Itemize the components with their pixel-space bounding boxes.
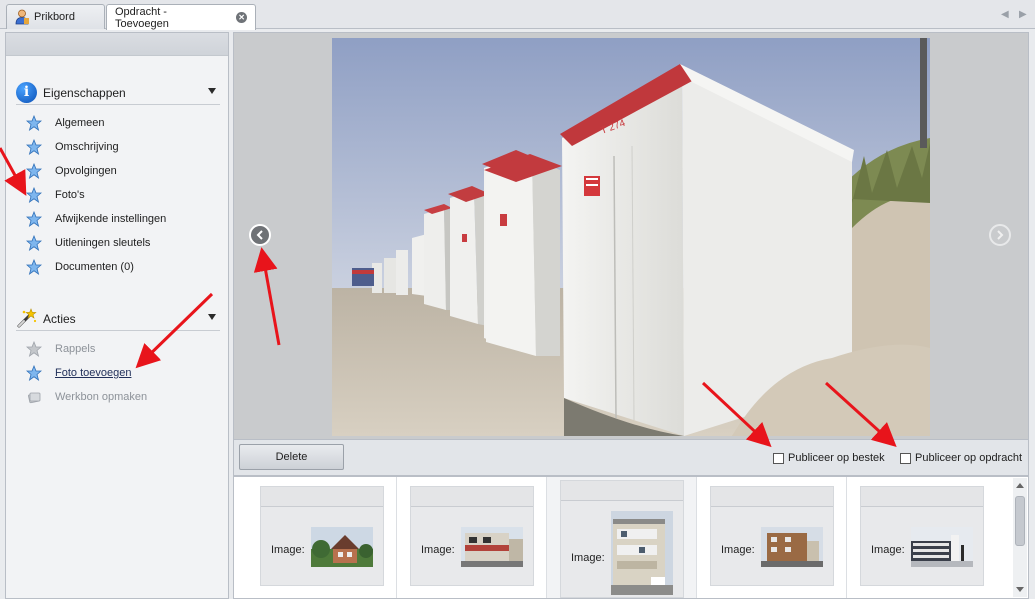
sidebar-item-documenten[interactable]: Documenten (0) — [26, 258, 134, 276]
sidebar-item-algemeen[interactable]: Algemeen — [26, 114, 105, 132]
star-icon — [26, 139, 42, 155]
photo-viewer: T 274 — [233, 32, 1029, 440]
thumbnail-card[interactable]: Image: — [710, 486, 834, 586]
thumbnail-card[interactable]: Image: — [410, 486, 534, 586]
sidebar-item-label: Uitleningen sleutels — [55, 237, 151, 249]
person-icon — [15, 9, 30, 25]
panel-header-bar — [6, 33, 228, 56]
thumbnail-card[interactable]: Image: — [260, 486, 384, 586]
tab-scroll-left-icon[interactable]: ◀ — [1001, 9, 1009, 20]
tab-label: Prikbord — [34, 11, 75, 23]
thumbnail-cell[interactable]: Image: — [234, 477, 397, 598]
close-icon[interactable]: ✕ — [236, 12, 247, 23]
checkbox-label: Publiceer op bestek — [788, 452, 885, 464]
sidebar-item-label: Documenten (0) — [55, 261, 134, 273]
star-icon — [26, 259, 42, 275]
tab-opdracht-toevoegen[interactable]: Opdracht - Toevoegen ✕ — [106, 4, 256, 30]
sidebar-item-label: Omschrijving — [55, 141, 119, 153]
section-acties[interactable]: Acties — [16, 307, 220, 331]
star-icon — [26, 341, 42, 357]
thumbnail-cell-selected[interactable]: Image: — [547, 477, 697, 598]
photo-action-bar: Delete Publiceer op bestek Publiceer op … — [233, 440, 1029, 476]
left-panel: i Eigenschappen Algemeen Omschrijving Op… — [5, 32, 229, 599]
thumbnail-image — [461, 527, 523, 567]
sidebar-item-label: Afwijkende instellingen — [55, 213, 167, 225]
star-icon — [26, 187, 42, 203]
star-icon — [26, 235, 42, 251]
thumbnail-image — [311, 527, 373, 567]
chevron-right-icon — [997, 230, 1004, 240]
thumbnail-label: Image: — [571, 552, 605, 564]
thumbnail-image — [611, 511, 673, 595]
section-title: Acties — [43, 311, 76, 326]
thumbnail-label: Image: — [721, 544, 755, 556]
star-icon — [26, 115, 42, 131]
document-stack-icon — [28, 392, 41, 404]
chevron-left-icon — [256, 230, 263, 240]
scroll-up-icon[interactable] — [1016, 483, 1024, 488]
thumbnail-image — [761, 527, 823, 567]
tab-strip: Prikbord Opdracht - Toevoegen ✕ ◀ ▶ — [0, 0, 1035, 30]
sidebar-item-omschrijving[interactable]: Omschrijving — [26, 138, 119, 156]
section-eigenschappen[interactable]: i Eigenschappen — [16, 81, 220, 105]
thumbnail-scrollbar[interactable] — [1013, 478, 1027, 597]
sidebar-item-afwijkende-instellingen[interactable]: Afwijkende instellingen — [26, 210, 166, 228]
scrollbar-thumb[interactable] — [1015, 496, 1025, 546]
thumbnail-strip: Image: Image: Image: Image: Image: — [233, 476, 1029, 599]
sidebar-item-label: Foto's — [55, 189, 85, 201]
next-photo-button[interactable] — [989, 224, 1011, 246]
publish-bestek-checkbox[interactable]: Publiceer op bestek — [773, 452, 885, 464]
checkbox-label: Publiceer op opdracht — [915, 452, 1023, 464]
sidebar-item-uitleningen-sleutels[interactable]: Uitleningen sleutels — [26, 234, 150, 252]
action-label: Werkbon opmaken — [55, 391, 148, 403]
tab-prikbord[interactable]: Prikbord — [6, 4, 105, 29]
delete-button[interactable]: Delete — [239, 444, 344, 470]
section-title: Eigenschappen — [43, 85, 126, 100]
thumbnail-label: Image: — [871, 544, 905, 556]
thumbnail-card[interactable]: Image: — [560, 480, 684, 598]
thumbnail-cell[interactable]: Image: — [847, 477, 997, 598]
sidebar-item-label: Algemeen — [55, 117, 105, 129]
star-icon — [26, 211, 42, 227]
tab-label: Opdracht - Toevoegen — [115, 5, 169, 30]
action-foto-toevoegen[interactable]: Foto toevoegen — [26, 364, 131, 382]
action-werkbon-opmaken: Werkbon opmaken — [26, 388, 147, 406]
action-label[interactable]: Foto toevoegen — [55, 367, 131, 379]
action-label: Rappels — [55, 343, 96, 355]
thumbnail-cell[interactable]: Image: — [697, 477, 847, 598]
collapse-arrow-icon[interactable] — [208, 314, 216, 320]
sidebar-item-fotos[interactable]: Foto's — [26, 186, 85, 204]
thumbnail-cell[interactable]: Image: — [397, 477, 547, 598]
action-rappels: Rappels — [26, 340, 95, 358]
scroll-down-icon[interactable] — [1016, 587, 1024, 592]
sidebar-item-label: Opvolgingen — [55, 165, 117, 177]
thumbnail-card[interactable]: Image: — [860, 486, 984, 586]
tab-scroll-right-icon[interactable]: ▶ — [1019, 9, 1027, 20]
info-icon: i — [16, 82, 37, 103]
star-icon — [26, 365, 42, 381]
star-icon — [26, 163, 42, 179]
thumbnail-label: Image: — [421, 544, 455, 556]
sidebar-item-opvolgingen[interactable]: Opvolgingen — [26, 162, 117, 180]
thumbnail-label: Image: — [271, 544, 305, 556]
checkbox-box[interactable] — [900, 452, 911, 464]
checkbox-box[interactable] — [773, 452, 784, 464]
collapse-arrow-icon[interactable] — [208, 88, 216, 94]
thumbnail-image — [911, 527, 973, 567]
magic-wand-icon — [16, 308, 37, 329]
publish-opdracht-checkbox[interactable]: Publiceer op opdracht — [900, 452, 1022, 464]
previous-photo-button[interactable] — [249, 224, 271, 246]
main-photo: T 274 — [332, 38, 930, 436]
